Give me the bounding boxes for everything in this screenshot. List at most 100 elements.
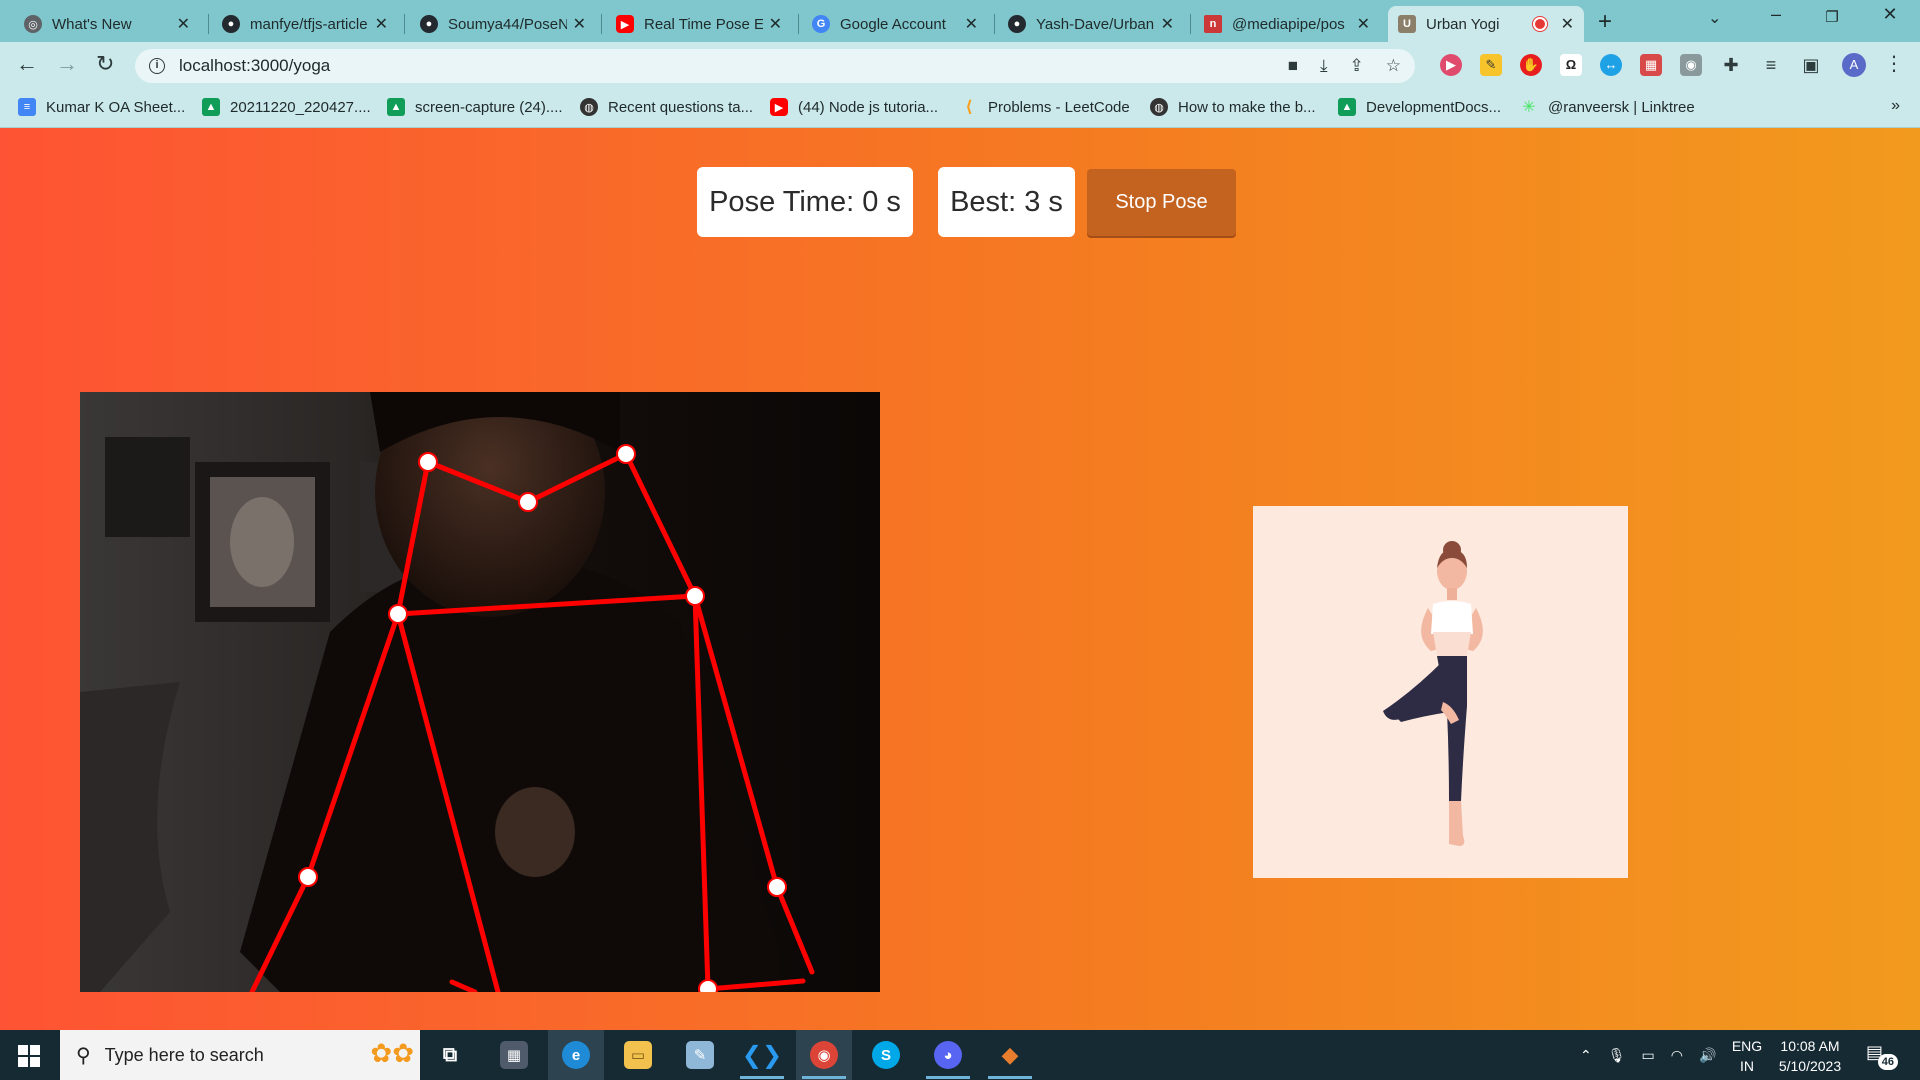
bookmark-label: Recent questions ta... xyxy=(608,98,754,116)
bookmark-item[interactable]: ✳ @ranveersk | Linktree xyxy=(1520,98,1695,117)
adblock-extension-icon[interactable]: ✋ xyxy=(1520,54,1542,76)
bookmark-star-icon[interactable]: ☆ xyxy=(1386,56,1401,76)
close-icon[interactable]: ✕ xyxy=(375,14,388,34)
install-app-icon[interactable]: ⤓ xyxy=(1320,56,1328,76)
windows-taskbar: ⚲ Type here to search ✿✿ ⧉ ▦ e ▭ ✎ ❮❯ ◉ … xyxy=(0,1030,1920,1080)
reference-pose-card xyxy=(1253,506,1628,878)
tab-search-chevron-icon[interactable]: ⌄ xyxy=(1708,8,1721,28)
leetcode-icon: ⟨ xyxy=(965,99,973,116)
more-bookmarks-icon[interactable]: » xyxy=(1891,97,1900,115)
share-icon[interactable]: ⇪ xyxy=(1350,56,1364,76)
bookmarks-bar: ≡ Kumar K OA Sheet... ▲ 20211220_220427.… xyxy=(0,88,1920,128)
profile-avatar[interactable]: A xyxy=(1842,53,1866,77)
close-icon[interactable]: ✕ xyxy=(965,14,978,34)
close-icon[interactable]: ✕ xyxy=(177,14,190,34)
notifications-icon[interactable]: ▤ 46 xyxy=(1866,1042,1898,1070)
bookmark-label: DevelopmentDocs... xyxy=(1366,98,1502,116)
discord-icon[interactable]: ◕ xyxy=(920,1030,976,1080)
camera-extension-icon[interactable]: ◉ xyxy=(1680,54,1702,76)
tab-yash-dave-urban[interactable]: ● Yash-Dave/Urban ✕ xyxy=(998,6,1184,42)
chrome-menu-icon[interactable]: ⋮ xyxy=(1884,51,1904,76)
tray-overflow-chevron-icon[interactable]: ⌃ xyxy=(1580,1047,1592,1064)
close-icon[interactable]: ✕ xyxy=(1161,14,1174,34)
keypoint xyxy=(418,452,438,472)
notepad-icon[interactable]: ✎ xyxy=(672,1030,728,1080)
microphone-icon[interactable]: 🎙 xyxy=(1608,1047,1626,1064)
close-icon[interactable]: ✕ xyxy=(1357,14,1370,34)
tab-whats-new[interactable]: ◎ What's New ✕ xyxy=(14,6,200,42)
google-icon: G xyxy=(812,15,830,33)
region-code: IN xyxy=(1740,1058,1754,1074)
bookmark-item[interactable]: ▲ 20211220_220427.... xyxy=(202,98,371,116)
tab-soumya-posenet[interactable]: ● Soumya44/PoseNet ✕ xyxy=(410,6,596,42)
bookmark-item[interactable]: ◍ Recent questions ta... xyxy=(580,98,753,116)
forward-icon[interactable]: → xyxy=(56,51,78,77)
clock-date: 5/10/2023 xyxy=(1778,1058,1842,1074)
google-docs-icon: ≡ xyxy=(18,98,36,116)
address-bar[interactable]: i localhost:3000/yoga ■ ⤓ ⇪ ☆ xyxy=(135,49,1415,83)
language-indicator[interactable]: ENG IN xyxy=(1730,1036,1764,1076)
system-clock[interactable]: 10:08 AM 5/10/2023 xyxy=(1770,1036,1850,1076)
minimize-icon[interactable]: – xyxy=(1756,4,1796,25)
tab-title: Google Account xyxy=(840,15,946,33)
highlighter-extension-icon[interactable]: ✎ xyxy=(1480,54,1502,76)
task-view-icon[interactable]: ⧉ xyxy=(422,1030,478,1080)
wifi-icon[interactable]: ◠ xyxy=(1671,1047,1683,1064)
tab-strip: ◎ What's New ✕ ● manfye/tfjs-article ✕ ●… xyxy=(0,0,1920,42)
windows-start-icon[interactable] xyxy=(18,1045,40,1067)
close-icon[interactable]: ✕ xyxy=(769,14,782,34)
bookmark-label: @ranveersk | Linktree xyxy=(1548,98,1695,116)
grid-extension-icon[interactable]: ▦ xyxy=(1640,54,1662,76)
arrow-extension-icon[interactable]: ↔ xyxy=(1600,54,1622,76)
bookmark-item[interactable]: ⟨ Problems - LeetCode xyxy=(960,98,1129,117)
volume-icon[interactable]: 🔊 xyxy=(1699,1047,1716,1064)
tab-title: Urban Yogi xyxy=(1426,15,1500,33)
window-close-icon[interactable]: ✕ xyxy=(1870,4,1910,25)
bookmark-item[interactable]: ▶ (44) Node js tutoria... xyxy=(770,98,938,116)
taskbar-search-box[interactable]: ⚲ Type here to search ✿✿ xyxy=(60,1030,420,1080)
side-panel-icon[interactable]: ▣ xyxy=(1800,54,1822,76)
chrome-taskbar-icon[interactable]: ◉ xyxy=(796,1030,852,1080)
bookmark-label: 20211220_220427.... xyxy=(230,98,371,116)
tab-title: What's New xyxy=(52,15,132,33)
notification-count-badge: 46 xyxy=(1877,1054,1898,1070)
search-icon: ⚲ xyxy=(76,1044,91,1067)
language-code: ENG xyxy=(1731,1038,1763,1054)
file-explorer-icon[interactable]: ▭ xyxy=(610,1030,666,1080)
tab-real-time-pose[interactable]: ▶ Real Time Pose Es ✕ xyxy=(606,6,792,42)
github-desktop-icon[interactable]: ◆ xyxy=(982,1030,1038,1080)
tab-google-account[interactable]: G Google Account ✕ xyxy=(802,6,988,42)
tab-urban-yogi[interactable]: U Urban Yogi ✕ xyxy=(1388,6,1584,42)
address-url[interactable]: localhost:3000/yoga xyxy=(179,56,330,76)
google-drive-icon: ▲ xyxy=(1338,98,1356,116)
battery-icon[interactable]: ▭ xyxy=(1642,1047,1655,1064)
globe-icon: ◍ xyxy=(580,98,598,116)
skype-icon[interactable]: S xyxy=(858,1030,914,1080)
close-icon[interactable]: ✕ xyxy=(1561,14,1574,34)
camera-in-use-icon[interactable]: ■ xyxy=(1288,56,1298,76)
extensions-puzzle-icon[interactable]: ✚ xyxy=(1720,54,1742,76)
reading-list-icon[interactable]: ≡ xyxy=(1760,54,1782,76)
new-tab-icon[interactable]: + xyxy=(1598,8,1612,36)
keypoint xyxy=(388,604,408,624)
bookmark-item[interactable]: ▲ DevelopmentDocs... xyxy=(1338,98,1501,116)
bookmark-label: Kumar K OA Sheet... xyxy=(46,98,186,116)
tab-manfye-tfjs[interactable]: ● manfye/tfjs-article ✕ xyxy=(212,6,398,42)
stop-pose-button[interactable]: Stop Pose xyxy=(1087,169,1236,236)
bookmark-item[interactable]: ◍ How to make the b... xyxy=(1150,98,1316,116)
linktree-icon: ✳ xyxy=(1522,99,1536,116)
restore-icon[interactable]: ❐ xyxy=(1812,8,1852,26)
microsoft-store-icon[interactable]: ▦ xyxy=(486,1030,542,1080)
vscode-icon[interactable]: ❮❯ xyxy=(734,1030,790,1080)
video-extension-icon[interactable]: ▶ xyxy=(1440,54,1462,76)
edge-icon[interactable]: e xyxy=(548,1030,604,1080)
back-icon[interactable]: ← xyxy=(16,51,38,77)
site-info-icon[interactable]: i xyxy=(149,58,165,74)
omega-extension-icon[interactable]: Ω xyxy=(1560,54,1582,76)
close-icon[interactable]: ✕ xyxy=(573,14,586,34)
bookmark-item[interactable]: ▲ screen-capture (24).... xyxy=(387,98,563,116)
bookmark-item[interactable]: ≡ Kumar K OA Sheet... xyxy=(18,98,185,116)
tab-mediapipe[interactable]: n @mediapipe/pos ✕ xyxy=(1194,6,1380,42)
reload-icon[interactable]: ↻ xyxy=(96,51,114,77)
browser-toolbar: ← → ↻ i localhost:3000/yoga ■ ⤓ ⇪ ☆ ▶ ✎ … xyxy=(0,42,1920,88)
